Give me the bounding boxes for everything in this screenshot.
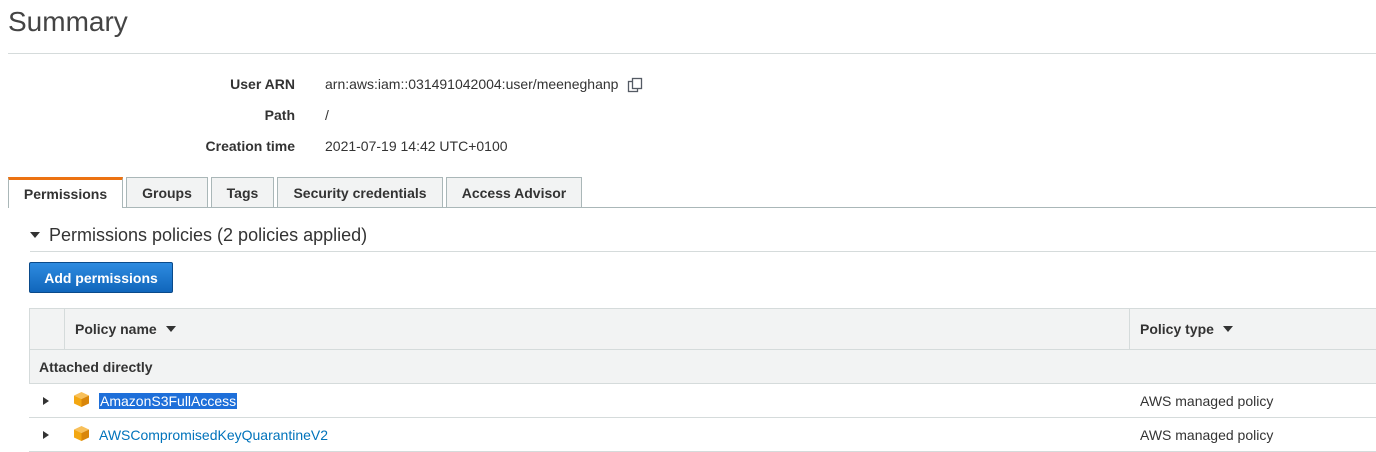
expand-row-icon[interactable] [43,431,49,439]
title-divider [8,53,1376,54]
column-header-policy-name[interactable]: Policy name [75,309,176,349]
path-label: Path [264,107,295,123]
tabs-divider [8,207,1376,208]
policy-name-link[interactable]: AWSCompromisedKeyQuarantineV2 [99,427,328,443]
policy-type-header-label: Policy type [1140,321,1214,337]
policy-type-value: AWS managed policy [1140,393,1274,409]
page-title: Summary [8,6,128,37]
add-permissions-button[interactable]: Add permissions [29,262,173,293]
policy-name-header-label: Policy name [75,321,157,337]
group-row-attached-directly: Attached directly [29,350,1376,384]
sort-down-icon [1222,326,1233,332]
column-divider [1129,309,1130,349]
creation-time-label: Creation time [205,138,295,154]
copy-icon[interactable] [627,77,643,93]
table-row[interactable]: AmazonS3FullAccess AWS managed policy [29,384,1376,418]
user-tabs: Permissions Groups Tags Security credent… [8,177,1376,208]
policy-package-icon [74,392,89,407]
column-header-policy-type[interactable]: Policy type [1140,309,1233,349]
column-divider [64,309,65,349]
expand-row-icon[interactable] [43,397,49,405]
policy-name-link[interactable]: AmazonS3FullAccess [99,393,238,409]
table-row[interactable]: AWSCompromisedKeyQuarantineV2 AWS manage… [29,418,1376,452]
table-header: Policy name Policy type [29,308,1376,350]
policy-type-value: AWS managed policy [1140,427,1274,443]
tab-security-credentials[interactable]: Security credentials [277,177,443,207]
user-arn-value: arn:aws:iam::031491042004:user/meeneghan… [325,76,619,92]
caret-down-icon [30,232,40,238]
tab-access-advisor[interactable]: Access Advisor [446,177,582,207]
tab-permissions[interactable]: Permissions [8,177,123,208]
path-value: / [325,107,329,123]
tab-tags[interactable]: Tags [211,177,274,207]
user-arn-label: User ARN [230,76,295,92]
permissions-policies-heading: Permissions policies (2 policies applied… [49,224,368,245]
creation-time-value: 2021-07-19 14:42 UTC+0100 [325,138,508,154]
permissions-policies-toggle[interactable]: Permissions policies (2 policies applied… [30,223,367,247]
section-divider [30,251,1376,252]
policy-package-icon [74,426,89,441]
tab-groups[interactable]: Groups [126,177,208,207]
sort-down-icon [165,326,176,332]
